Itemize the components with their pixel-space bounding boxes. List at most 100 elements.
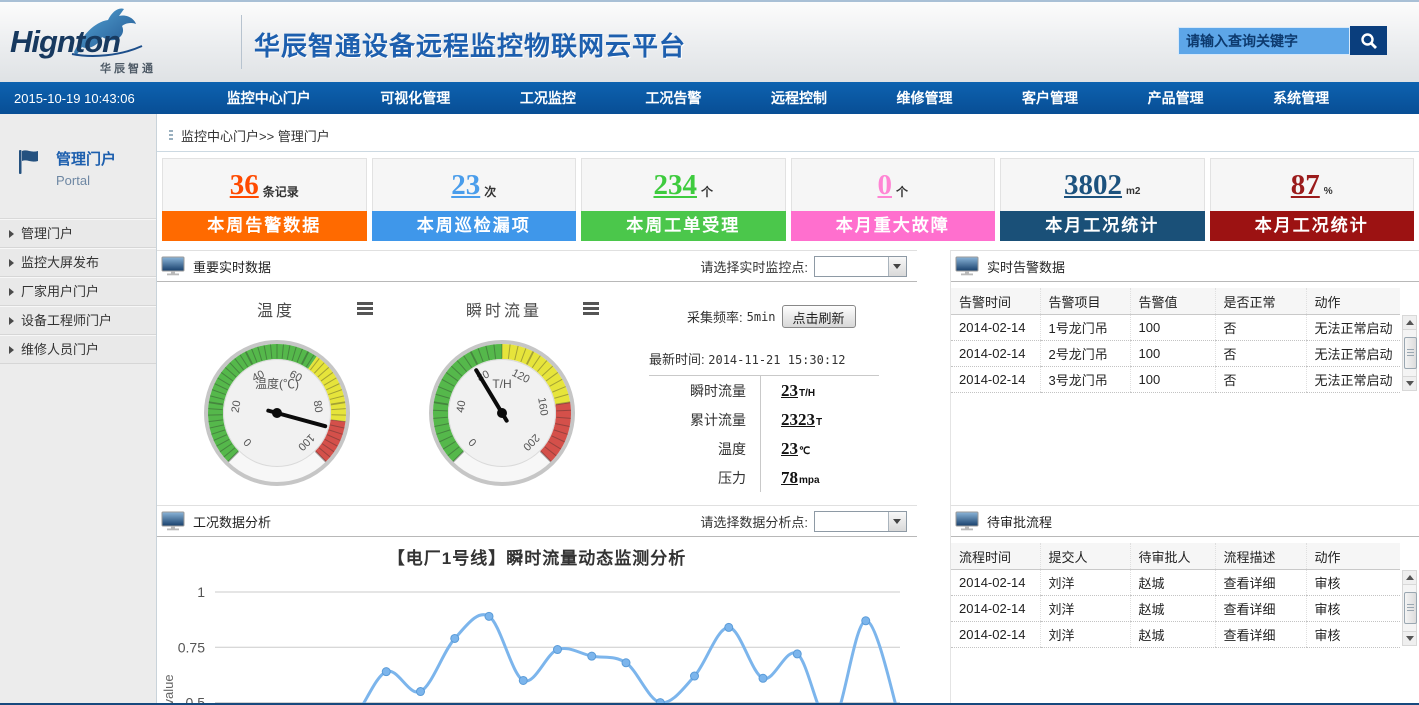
- stat-card-value-area: 36条记录: [162, 158, 367, 211]
- reading-value: 23T/H: [761, 381, 815, 401]
- stat-card-4: 3802m2本月工况统计: [1000, 158, 1205, 241]
- nav-item-2[interactable]: 工况监控: [520, 88, 576, 108]
- reading-value: 23℃: [761, 439, 810, 459]
- stat-value[interactable]: 3802: [1064, 171, 1122, 200]
- table-cell: 100: [1130, 341, 1215, 367]
- column-header-4: 动作: [1306, 543, 1400, 570]
- stat-card-button[interactable]: 本月重大故障: [791, 211, 996, 241]
- stat-value[interactable]: 36: [230, 171, 259, 200]
- monitor-point-select[interactable]: [814, 256, 907, 277]
- gauge-menu-icon[interactable]: [357, 302, 373, 315]
- sidebar: 管理门户 Portal 管理门户监控大屏发布厂家用户门户设备工程师门户维修人员门…: [0, 114, 157, 703]
- table-cell[interactable]: 审核: [1306, 596, 1400, 622]
- panel-header: 工况数据分析 请选择数据分析点:: [157, 506, 917, 537]
- nav-item-7[interactable]: 产品管理: [1148, 88, 1204, 108]
- monitor-icon: [955, 256, 979, 276]
- panel-title: 重要实时数据: [193, 257, 271, 276]
- stat-value[interactable]: 87: [1291, 171, 1320, 200]
- stat-unit: 条记录: [263, 183, 299, 200]
- nav-item-4[interactable]: 远程控制: [771, 88, 827, 108]
- header-divider: [241, 15, 242, 69]
- reading-row-1: 累计流量2323T: [649, 405, 879, 434]
- stat-card-button[interactable]: 本月工况统计: [1210, 211, 1415, 241]
- scroll-thumb[interactable]: [1404, 337, 1417, 369]
- stat-card-button[interactable]: 本周告警数据: [162, 211, 367, 241]
- table-cell[interactable]: 查看详细: [1215, 622, 1306, 648]
- analysis-point-select-label: 请选择数据分析点:: [700, 512, 808, 531]
- reading-row-2: 温度23℃: [649, 434, 879, 463]
- chevron-down-icon[interactable]: [888, 257, 906, 276]
- temperature-gauge: 020406080100温度(℃): [202, 338, 352, 488]
- stat-card-3: 0个本月重大故障: [791, 158, 996, 241]
- approval-scrollbar[interactable]: [1402, 570, 1417, 646]
- stat-card-button[interactable]: 本周巡检漏项: [372, 211, 577, 241]
- portal-subtitle: Portal: [56, 173, 116, 188]
- flow-gauge: 04080120160200T/H: [427, 338, 577, 488]
- table-cell: 刘洋: [1040, 622, 1130, 648]
- flow-line-chart: 10.750.5value: [157, 572, 915, 705]
- nav-item-8[interactable]: 系统管理: [1273, 88, 1329, 108]
- approval-table: 流程时间提交人待审批人流程描述动作2014-02-14刘洋赵城查看详细审核201…: [951, 543, 1400, 648]
- nav-item-1[interactable]: 可视化管理: [380, 88, 450, 108]
- sidebar-item-0[interactable]: 管理门户: [0, 219, 156, 248]
- table-cell: 否: [1215, 315, 1306, 341]
- sidebar-item-4[interactable]: 维修人员门户: [0, 335, 156, 364]
- panel-header: 待审批流程: [951, 506, 1419, 537]
- search-input[interactable]: [1178, 27, 1350, 55]
- table-cell[interactable]: 审核: [1306, 570, 1400, 596]
- table-cell: 赵城: [1130, 622, 1215, 648]
- panel-title: 工况数据分析: [193, 512, 271, 531]
- reading-number: 2323: [781, 410, 815, 429]
- table-cell: 2014-02-14: [951, 341, 1040, 367]
- table-header-row: 告警时间告警项目告警值是否正常动作: [951, 288, 1400, 315]
- reading-unit: mpa: [799, 475, 820, 486]
- sidebar-item-1[interactable]: 监控大屏发布: [0, 248, 156, 277]
- refresh-button[interactable]: 点击刷新: [782, 305, 856, 328]
- table-cell: 刘洋: [1040, 570, 1130, 596]
- nav-item-5[interactable]: 维修管理: [897, 88, 953, 108]
- stat-card-button[interactable]: 本周工单受理: [581, 211, 786, 241]
- stat-value[interactable]: 234: [653, 171, 697, 200]
- svg-text:40: 40: [455, 400, 469, 414]
- nav-item-0[interactable]: 监控中心门户: [227, 88, 311, 108]
- stat-value[interactable]: 23: [451, 171, 480, 200]
- portal-title: 管理门户: [56, 148, 116, 169]
- stat-card-button[interactable]: 本月工况统计: [1000, 211, 1205, 241]
- stat-card-value-area: 23次: [372, 158, 577, 211]
- stat-card-2: 234个本周工单受理: [581, 158, 786, 241]
- svg-text:温度(℃): 温度(℃): [255, 376, 299, 391]
- sidebar-item-3[interactable]: 设备工程师门户: [0, 306, 156, 335]
- panel-header: 实时告警数据: [951, 251, 1419, 282]
- stat-unit: 次: [484, 183, 496, 200]
- table-cell[interactable]: 查看详细: [1215, 570, 1306, 596]
- table-cell[interactable]: 审核: [1306, 622, 1400, 648]
- nav-item-3[interactable]: 工况告警: [645, 88, 701, 108]
- breadcrumb-text[interactable]: 监控中心门户>> 管理门户: [181, 129, 330, 144]
- reading-unit: T: [816, 417, 822, 428]
- reading-label: 瞬时流量: [649, 376, 761, 405]
- column-header-4: 动作: [1306, 288, 1400, 315]
- scroll-down-icon[interactable]: [1403, 376, 1416, 390]
- stat-value[interactable]: 0: [877, 171, 892, 200]
- portal-header: 管理门户 Portal: [0, 114, 156, 188]
- gauge-temperature-title: 温度: [221, 297, 331, 321]
- column-header-1: 提交人: [1040, 543, 1130, 570]
- gauge-menu-icon[interactable]: [583, 302, 599, 315]
- analysis-point-select[interactable]: [814, 511, 907, 532]
- chevron-down-icon[interactable]: [888, 512, 906, 531]
- sidebar-item-2[interactable]: 厂家用户门户: [0, 277, 156, 306]
- column-header-3: 流程描述: [1215, 543, 1306, 570]
- scroll-thumb[interactable]: [1404, 592, 1417, 624]
- scroll-up-icon[interactable]: [1403, 316, 1416, 330]
- scroll-down-icon[interactable]: [1403, 631, 1416, 645]
- scroll-up-icon[interactable]: [1403, 571, 1416, 585]
- table-cell[interactable]: 查看详细: [1215, 596, 1306, 622]
- panel-title: 实时告警数据: [987, 257, 1065, 276]
- alarm-scrollbar[interactable]: [1402, 315, 1417, 391]
- nav-item-6[interactable]: 客户管理: [1022, 88, 1078, 108]
- realtime-data-panel: 重要实时数据 请选择实时监控点: 温度 瞬时流量 020406080100温度(…: [157, 250, 917, 505]
- search-button[interactable]: [1350, 26, 1387, 55]
- flag-icon: [16, 148, 42, 175]
- breadcrumb: 监控中心门户>> 管理门户: [157, 122, 1419, 152]
- table-row: 2014-02-141号龙门吊100否无法正常启动: [951, 315, 1400, 341]
